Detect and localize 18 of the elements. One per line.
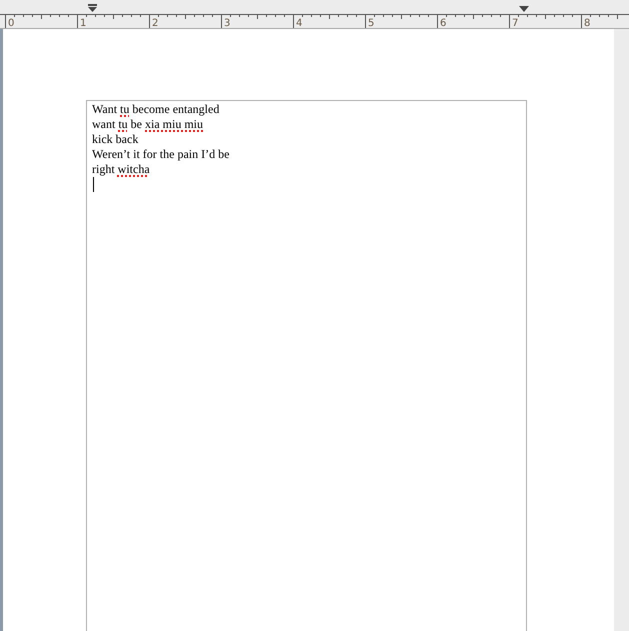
text-line: right witcha [92,162,150,177]
ruler-number: 8 [584,18,590,28]
ruler-number: 1 [80,18,86,28]
text-line: Weren’t it for the pain I’d be [92,147,230,162]
ruler-number: 5 [368,18,374,28]
right-indent-marker-icon[interactable] [519,6,529,12]
text-line: want tu be xia miu miu [92,117,203,132]
ruler-number: 3 [224,18,230,28]
ruler-number: 2 [152,18,158,28]
text-line: kick back [92,132,138,147]
text-line: Want tu become entangled [92,102,220,117]
ruler-number: 4 [296,18,302,28]
ruler-number: 0 [8,18,14,28]
ruler-number: 7 [512,18,518,28]
ruler-number: 6 [440,18,446,28]
first-line-indent-marker-icon[interactable] [88,4,97,12]
scrollbar[interactable] [614,29,629,631]
text-cursor [93,177,94,192]
